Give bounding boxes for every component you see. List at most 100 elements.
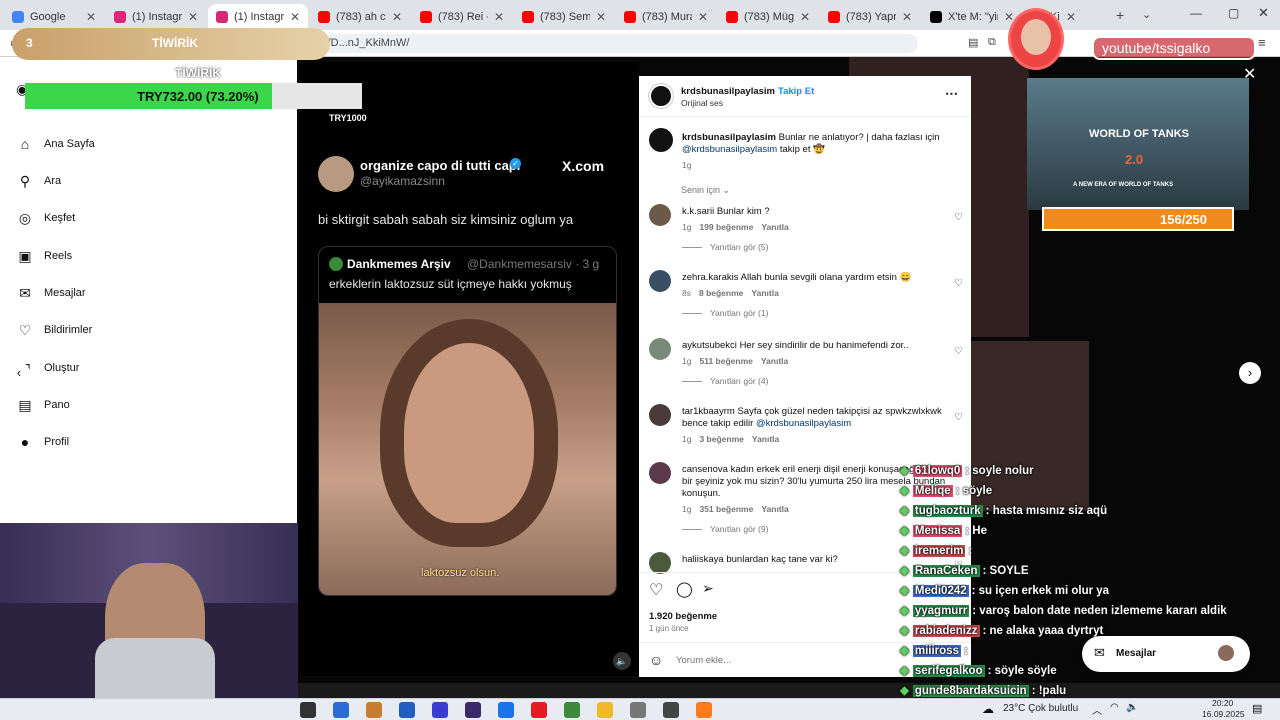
comment-user[interactable]: haliiskaya (682, 554, 724, 565)
comment-avatar[interactable] (649, 552, 671, 574)
weather-text[interactable]: 23°C Çok bulutlu (1003, 703, 1078, 714)
tab-close-icon[interactable]: ✕ (392, 10, 402, 24)
app-icon[interactable] (366, 702, 382, 718)
comment-avatar[interactable] (649, 462, 671, 484)
comment-likes[interactable]: 511 beğenme (699, 356, 752, 366)
comment-reply-button[interactable]: Yanıtla (752, 434, 779, 444)
view-replies-button[interactable]: Yanıtları gör (9) (682, 524, 768, 534)
opera-icon[interactable] (531, 702, 547, 718)
likes-count[interactable]: 1.920 beğenme (649, 611, 717, 622)
comment-reply-button[interactable]: Yanıtla (761, 222, 788, 232)
task-view-icon[interactable] (300, 702, 316, 718)
comment-like-icon[interactable]: ♡ (954, 278, 963, 289)
share-icon[interactable]: ➢ (702, 580, 714, 597)
volume-icon[interactable]: 🔈 (1126, 702, 1138, 713)
comment-icon[interactable]: ◯ (676, 580, 693, 598)
follow-link[interactable]: Takip Et (778, 86, 814, 97)
comment-reply-button[interactable]: Yanıtla (761, 504, 788, 514)
comment-like-icon[interactable]: ♡ (954, 212, 963, 223)
browser-tab[interactable]: (1) Instagram ✕ (208, 4, 308, 30)
author-avatar[interactable] (649, 84, 673, 108)
browser-tab[interactable]: (783) Murat Dalk ✕ (616, 4, 716, 30)
browser-tab[interactable]: (783) ah canım se ✕ (310, 4, 410, 30)
comment-avatar[interactable] (649, 270, 671, 292)
comment-avatar[interactable] (649, 338, 671, 360)
obs-icon[interactable] (663, 702, 679, 718)
browser-tab[interactable]: (783) Rei - Ah Ca ✕ (412, 4, 512, 30)
comment-likes[interactable]: 8 beğenme (699, 288, 743, 298)
notification-icon[interactable]: ▤ (1252, 702, 1262, 715)
menu-icon[interactable]: ≡ (1258, 35, 1266, 50)
comment-user[interactable]: k.k.sarii (682, 206, 714, 217)
sidebar-item-pano[interactable]: ▤ Pano (16, 396, 69, 414)
sidebar-item-reels[interactable]: ▣ Reels (16, 247, 72, 265)
sidebar-item-mesajlar[interactable]: ✉ Mesajlar (16, 284, 85, 302)
wifi-icon[interactable]: ◠ (1110, 702, 1119, 713)
emoji-icon[interactable]: ☺ (649, 652, 663, 668)
sidebar-item-keşfet[interactable]: ◎ Keşfet (16, 209, 75, 227)
caption-author[interactable]: krdsbunasilpaylasim (682, 132, 776, 143)
sidebar-item-bildirimler[interactable]: ♡ Bildirimler (16, 321, 93, 339)
view-replies-button[interactable]: Yanıtları gör (4) (682, 376, 768, 386)
sidebar-item-ana-sayfa[interactable]: ⌂ Ana Sayfa (16, 135, 95, 153)
more-options-icon[interactable]: ⋯ (945, 86, 958, 102)
comment-avatar[interactable] (649, 204, 671, 226)
comment-likes[interactable]: 351 beğenme (699, 504, 753, 514)
tab-close-icon[interactable]: ✕ (800, 10, 810, 24)
prev-post-button[interactable]: ‹ (8, 362, 30, 384)
view-replies-button[interactable]: Yanıtları gör (1) (682, 308, 768, 318)
premiere-icon[interactable] (465, 702, 481, 718)
new-tab-button[interactable]: + (1116, 7, 1124, 23)
comment-mention[interactable]: @krdsbunasilpaylasim (756, 418, 851, 429)
app-icon[interactable] (432, 702, 448, 718)
firefox-icon[interactable] (696, 702, 712, 718)
view-replies-button[interactable]: Yanıtları gör (5) (682, 242, 768, 252)
tab-close-icon[interactable]: ✕ (188, 10, 198, 24)
tab-close-icon[interactable]: ✕ (290, 10, 300, 24)
sidebar-item-profil[interactable]: ● Profil (16, 433, 69, 451)
next-post-button[interactable]: › (1239, 362, 1261, 384)
file-explorer-icon[interactable] (597, 702, 613, 718)
clock-date[interactable]: 16.09.2025 (1202, 709, 1245, 719)
tab-close-icon[interactable]: ✕ (698, 10, 708, 24)
comment-reply-button[interactable]: Yanıtla (761, 356, 788, 366)
photoshop-icon[interactable] (498, 702, 514, 718)
settings-icon[interactable] (630, 702, 646, 718)
browser-tab[interactable]: (783) Semicenk - ✕ (514, 4, 614, 30)
video-frame[interactable]: laktozsuz olsun. (319, 303, 616, 595)
tab-close-icon[interactable]: ✕ (86, 10, 96, 24)
tab-close-icon[interactable]: ✕ (596, 10, 606, 24)
comment-like-icon[interactable]: ♡ (954, 412, 963, 423)
minimize-button[interactable]: — (1190, 6, 1202, 20)
comment-avatar[interactable] (649, 404, 671, 426)
browser-tab[interactable]: (1) Instagram ✕ (106, 4, 206, 30)
comment-likes[interactable]: 199 beğenme (699, 222, 753, 232)
browser-tab[interactable]: X'te M: "yine yüre✕ (922, 4, 1022, 30)
comment-input[interactable]: Yorum ekle... (676, 655, 731, 666)
messages-pill[interactable]: ✉ Mesajlar (1082, 636, 1250, 672)
author-name[interactable]: krdsbunasilpaylasim (681, 86, 775, 97)
tab-list-chevron-icon[interactable]: ⌄ (1142, 8, 1151, 21)
outlook-icon[interactable] (333, 702, 349, 718)
browser-tab[interactable]: (783) Müge Anlı İ ✕ (718, 4, 818, 30)
audio-label[interactable]: Orijinal ses (681, 98, 723, 108)
sort-dropdown[interactable]: Senin için ⌄ (681, 185, 730, 196)
comment-user[interactable]: aykutsubekci (682, 340, 737, 351)
screenshot-icon[interactable]: ⧉ (988, 36, 996, 49)
sidebar-item-ara[interactable]: ⚲ Ara (16, 172, 61, 190)
maximize-button[interactable]: ▢ (1228, 6, 1239, 20)
comment-likes[interactable]: 3 beğenme (699, 434, 743, 444)
comment-user[interactable]: zehra.karakis (682, 272, 739, 283)
app-icon[interactable] (399, 702, 415, 718)
like-icon[interactable]: ♡ (649, 580, 663, 600)
comment-reply-button[interactable]: Yanıtla (751, 288, 778, 298)
tab-close-icon[interactable]: ✕ (902, 10, 912, 24)
browser-tab[interactable]: (783) Yaprak Dök ✕ (820, 4, 920, 30)
browser-tab[interactable]: Google ✕ (4, 4, 104, 30)
comment-user[interactable]: cansenova (682, 464, 728, 475)
comment-like-icon[interactable]: ♡ (954, 346, 963, 357)
tab-close-icon[interactable]: ✕ (1066, 10, 1076, 24)
caption-avatar[interactable] (649, 128, 673, 152)
mute-icon[interactable]: 🔈 (613, 652, 631, 670)
tray-chevron-icon[interactable]: ︿ (1092, 702, 1102, 717)
